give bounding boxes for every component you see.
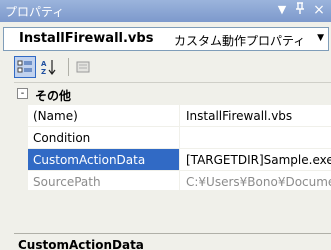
object-type: カスタム動作プロパティ [174, 34, 306, 48]
property-row-condition[interactable]: Condition [14, 127, 331, 149]
close-icon[interactable]: × [311, 2, 327, 18]
toolbar-separator [68, 58, 69, 76]
property-name: (Name) [28, 105, 180, 127]
window-title: プロパティ [5, 5, 65, 19]
property-name: SourcePath [28, 171, 180, 193]
svg-text:Z: Z [41, 68, 46, 75]
categorized-icon [17, 60, 32, 73]
title-bar[interactable]: プロパティ ▼ × [0, 0, 331, 22]
description-title: CustomActionData [18, 238, 144, 250]
row-margin [14, 127, 28, 149]
pin-icon[interactable] [292, 2, 308, 18]
property-row-customactiondata[interactable]: CustomActionData [TARGETDIR]Sample.exe [14, 149, 331, 171]
chevron-down-icon[interactable]: ▼ [317, 33, 324, 43]
object-selector[interactable]: InstallFirewall.vbs カスタム動作プロパティ ▼ [3, 27, 329, 51]
toolbar: A Z [14, 56, 329, 80]
svg-text:A: A [41, 60, 47, 68]
property-value[interactable] [180, 127, 331, 149]
description-pane: CustomActionData [14, 233, 331, 250]
dropdown-arrow-icon[interactable]: ▼ [274, 2, 290, 18]
category-row[interactable]: - その他 [14, 83, 331, 105]
alphabetical-sort-icon: A Z [41, 60, 56, 75]
property-grid: - その他 (Name) InstallFirewall.vbs Conditi… [14, 82, 331, 193]
category-label: その他 [35, 89, 72, 103]
row-margin [14, 149, 28, 171]
property-value[interactable]: InstallFirewall.vbs [180, 105, 331, 127]
property-row-name[interactable]: (Name) InstallFirewall.vbs [14, 105, 331, 127]
alphabetical-button[interactable]: A Z [38, 56, 60, 78]
property-name: Condition [28, 127, 180, 149]
object-name: InstallFirewall.vbs [19, 31, 154, 46]
categorized-button[interactable] [14, 56, 36, 78]
property-value: C:¥Users¥Bono¥Documents [180, 171, 331, 193]
row-margin [14, 171, 28, 193]
property-row-sourcepath[interactable]: SourcePath C:¥Users¥Bono¥Documents [14, 171, 331, 193]
property-pages-button[interactable] [72, 56, 94, 78]
row-margin [14, 105, 28, 127]
property-pages-icon [76, 61, 90, 73]
collapse-icon[interactable]: - [17, 88, 28, 99]
property-name: CustomActionData [28, 149, 180, 171]
property-value[interactable]: [TARGETDIR]Sample.exe [180, 149, 331, 171]
properties-panel: プロパティ ▼ × InstallFirewall.vbs カスタム動作プロパテ… [0, 0, 331, 250]
